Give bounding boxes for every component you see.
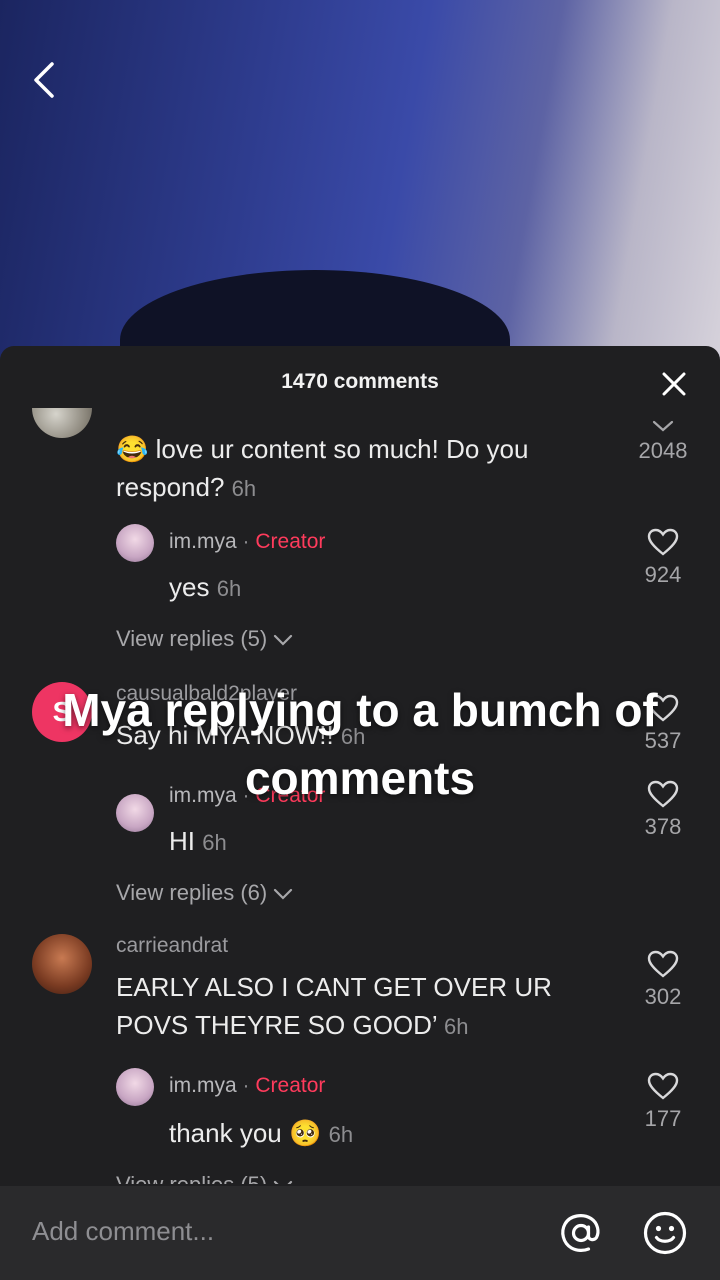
collapse-likes[interactable]: 2048 [628, 420, 698, 464]
add-comment-input[interactable]: Add comment... [32, 1216, 214, 1247]
reply-username: im.mya · Creator [169, 530, 325, 554]
emoji-button[interactable] [642, 1210, 688, 1261]
back-chevron-icon [34, 62, 54, 98]
view-replies-button[interactable]: View replies (6) [116, 880, 293, 906]
like-button[interactable]: 302 [628, 950, 698, 1010]
reply-username: im.mya · Creator [169, 1074, 325, 1098]
chevron-down-icon [274, 888, 293, 900]
comment-composer: Add comment... [0, 1186, 720, 1280]
reply-text: thank you 🥺 6h [169, 1118, 353, 1149]
separator-dot: · [242, 530, 250, 553]
view-replies-label: View replies (5) [116, 1172, 267, 1184]
heart-icon [647, 1072, 679, 1100]
comments-sheet: 1470 comments 😂 love ur content so much!… [0, 346, 720, 1280]
reply-username-text: im.mya [169, 1074, 237, 1097]
close-icon [662, 372, 686, 396]
back-button[interactable] [28, 58, 68, 102]
view-replies-label: View replies (5) [116, 626, 268, 651]
heart-icon [647, 950, 679, 978]
reply-body: yes [169, 572, 210, 602]
creator-avatar[interactable] [116, 524, 154, 562]
comment-time: 6h [443, 1014, 469, 1039]
reply-like-button[interactable]: 177 [628, 1072, 698, 1132]
avatar[interactable] [32, 934, 92, 994]
view-replies-button[interactable]: View replies (5) [116, 626, 293, 652]
comment-username[interactable]: carrieandrat [116, 934, 228, 958]
creator-avatar[interactable] [116, 1068, 154, 1106]
laughing-emoji: 😂 [116, 434, 149, 464]
chevron-down-icon [274, 634, 293, 646]
avatar[interactable] [32, 408, 92, 438]
chevron-down-icon [274, 1180, 293, 1184]
video-background [0, 0, 720, 360]
reply-text: HI 6h [169, 826, 227, 857]
comment-text: EARLY ALSO I CANT GET OVER UR POVS THEYR… [116, 968, 596, 1046]
comment-time: 6h [231, 476, 257, 501]
like-count: 302 [644, 984, 682, 1009]
creator-badge: Creator [255, 1074, 326, 1097]
view-replies-label: View replies (6) [116, 880, 268, 905]
chevron-down-icon [652, 420, 674, 432]
comment-body: EARLY ALSO I CANT GET OVER UR POVS THEYR… [116, 972, 552, 1040]
reply-like-button[interactable]: 924 [628, 528, 698, 588]
heart-icon [647, 528, 679, 556]
mention-button[interactable] [558, 1210, 604, 1261]
comment-text: 😂 love ur content so much! Do you respon… [116, 430, 636, 508]
reply-like-count: 924 [644, 562, 682, 587]
reply-body: thank you [169, 1118, 282, 1148]
reply-time: 6h [328, 1122, 354, 1147]
view-replies-button[interactable]: View replies (5) [116, 1172, 293, 1184]
reply-time: 6h [216, 576, 242, 601]
reply-text: yes 6h [169, 572, 241, 603]
reply-username-text: im.mya [169, 530, 237, 553]
close-button[interactable] [660, 370, 688, 398]
comments-count-title: 1470 comments [281, 370, 439, 393]
reply-time: 6h [202, 830, 227, 855]
video-caption-overlay: Mya replying to a bumch of comments [62, 684, 658, 804]
like-count: 2048 [638, 438, 688, 463]
emoji-icon [643, 1211, 687, 1255]
creator-badge: Creator [255, 530, 326, 553]
separator-dot: · [242, 1074, 250, 1097]
reply-like-count: 378 [644, 814, 682, 839]
comment-body: love ur content so much! Do you respond? [116, 434, 529, 502]
reply-body: HI [169, 826, 195, 856]
at-icon [561, 1214, 600, 1252]
pleading-emoji: 🥺 [288, 1118, 322, 1148]
reply-like-count: 177 [644, 1106, 682, 1131]
